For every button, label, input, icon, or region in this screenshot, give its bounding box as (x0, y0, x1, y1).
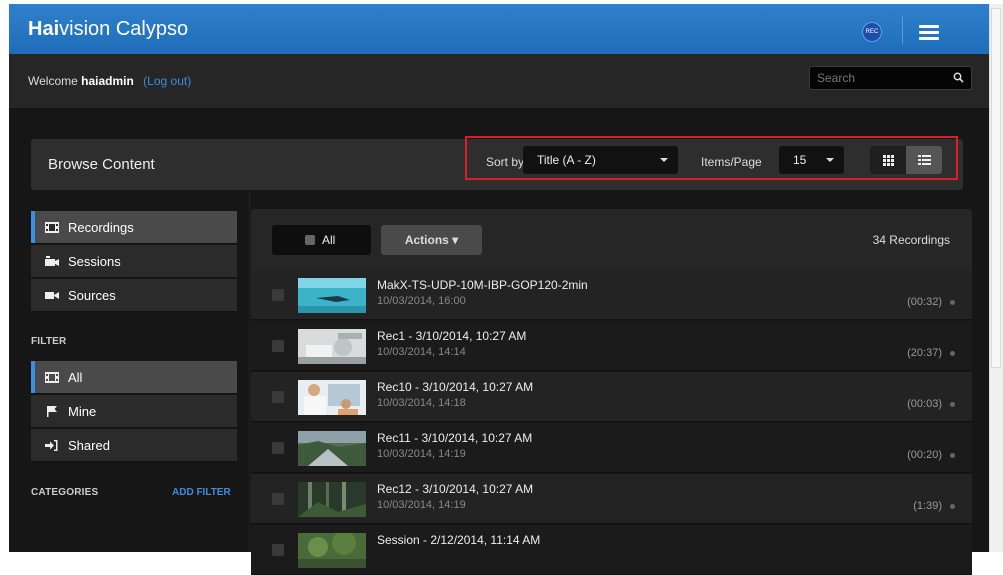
filter-item-label: Shared (68, 438, 110, 453)
thumbnail[interactable] (298, 278, 366, 313)
list-view-button[interactable] (906, 146, 942, 174)
row-title[interactable]: Rec11 - 3/10/2014, 10:27 AM (377, 431, 532, 445)
film-icon (45, 222, 59, 233)
username: haiadmin (81, 74, 134, 88)
row-title[interactable]: MakX-TS-UDP-10M-IBP-GOP120-2min (377, 278, 588, 292)
row-duration: (00:32) (907, 296, 942, 308)
row-checkbox[interactable] (272, 391, 284, 403)
row-title[interactable]: Session - 2/12/2014, 11:14 AM (377, 533, 540, 547)
row-duration: (00:03) (907, 398, 942, 410)
status-dot (950, 300, 955, 305)
content-header: All Actions ▾ 34 Recordings (251, 209, 972, 270)
row-checkbox[interactable] (272, 289, 284, 301)
row-title[interactable]: Rec12 - 3/10/2014, 10:27 AM (377, 482, 533, 496)
share-icon (45, 440, 58, 451)
row-duration: (20:37) (907, 347, 942, 359)
row-title[interactable]: Rec1 - 3/10/2014, 10:27 AM (377, 329, 526, 343)
sidebar-item-sessions[interactable]: Sessions (31, 245, 237, 278)
select-all-checkbox[interactable] (305, 235, 315, 245)
thumbnail[interactable] (298, 533, 366, 568)
status-dot (950, 453, 955, 458)
items-per-page-label: Items/Page (701, 155, 762, 169)
content-panel: All Actions ▾ 34 Recordings MakX-TS-UDP-… (251, 209, 972, 575)
filter-heading: FILTER (31, 336, 67, 347)
page-title: Browse Content (48, 156, 155, 173)
menu-icon[interactable] (919, 25, 939, 41)
status-dot (950, 504, 955, 509)
sidebar-item-recordings[interactable]: Recordings (31, 211, 237, 244)
sort-label: Sort by (486, 155, 525, 169)
grid-view-button[interactable] (870, 146, 906, 174)
row-date: 10/03/2014, 14:19 (377, 499, 466, 511)
filter-item-all[interactable]: All (31, 361, 237, 394)
table-row[interactable]: MakX-TS-UDP-10M-IBP-GOP120-2min 10/03/20… (251, 270, 972, 320)
divider (902, 16, 903, 44)
actions-button[interactable]: Actions ▾ (381, 225, 482, 255)
filter-item-mine[interactable]: Mine (31, 395, 237, 428)
app-logo[interactable]: Haivision Calypso (28, 18, 188, 41)
table-row[interactable]: Rec10 - 3/10/2014, 10:27 AM 10/03/2014, … (251, 372, 972, 422)
sidebar-item-label: Recordings (68, 220, 134, 235)
filter-item-label: All (68, 370, 83, 385)
welcome-text: Welcome haiadmin (Log out) (28, 74, 192, 88)
filter-item-shared[interactable]: Shared (31, 429, 237, 462)
thumbnail[interactable] (298, 431, 366, 466)
filter-item-label: Mine (68, 404, 97, 419)
sidebar-item-label: Sources (68, 288, 116, 303)
scrollbar-thumb[interactable] (991, 8, 1001, 368)
thumbnail[interactable] (298, 329, 366, 364)
status-dot (950, 351, 955, 356)
row-date: 10/03/2014, 14:14 (377, 346, 466, 358)
camera-icon (45, 256, 59, 266)
status-dot (950, 402, 955, 407)
video-camera-icon (45, 292, 59, 299)
table-row[interactable]: Session - 2/12/2014, 11:14 AM (251, 525, 972, 575)
row-title[interactable]: Rec10 - 3/10/2014, 10:27 AM (377, 380, 533, 394)
view-toggle (870, 146, 942, 174)
row-duration: (1:39) (913, 500, 942, 512)
sidebar-item-label: Sessions (68, 254, 121, 269)
row-date: 10/03/2014, 16:00 (377, 295, 466, 307)
grid-icon (883, 155, 894, 166)
table-row[interactable]: Rec1 - 3/10/2014, 10:27 AM 10/03/2014, 1… (251, 321, 972, 371)
film-icon (45, 372, 59, 383)
flag-icon (47, 406, 57, 417)
list-icon (918, 155, 931, 165)
top-bar: Haivision Calypso REC (9, 4, 989, 54)
chevron-down-icon (660, 158, 668, 162)
search-icon[interactable] (953, 72, 964, 83)
row-checkbox[interactable] (272, 442, 284, 454)
sidebar-item-sources[interactable]: Sources (31, 279, 237, 312)
thumbnail[interactable] (298, 482, 366, 517)
row-duration: (00:20) (907, 449, 942, 461)
recordings-count: 34 Recordings (872, 233, 950, 247)
table-row[interactable]: Rec12 - 3/10/2014, 10:27 AM 10/03/2014, … (251, 474, 972, 524)
row-checkbox[interactable] (272, 544, 284, 556)
row-date: 10/03/2014, 14:19 (377, 448, 466, 460)
row-date: 10/03/2014, 14:18 (377, 397, 466, 409)
add-filter-link[interactable]: ADD FILTER (172, 487, 231, 498)
table-row[interactable]: Rec11 - 3/10/2014, 10:27 AM 10/03/2014, … (251, 423, 972, 473)
sidebar: Recordings Sessions Sources FILTER All M… (31, 190, 250, 552)
categories-heading: CATEGORIES (31, 487, 99, 498)
record-button[interactable]: REC (862, 22, 882, 42)
search-box[interactable] (809, 66, 972, 90)
search-input[interactable] (810, 67, 940, 89)
row-checkbox[interactable] (272, 493, 284, 505)
select-all-button[interactable]: All (272, 225, 371, 255)
thumbnail[interactable] (298, 380, 366, 415)
sort-select[interactable]: Title (A - Z) (523, 146, 678, 174)
row-checkbox[interactable] (272, 340, 284, 352)
items-per-page-select[interactable]: 15 (779, 146, 844, 174)
chevron-down-icon (826, 158, 834, 162)
welcome-bar: Welcome haiadmin (Log out) (9, 54, 989, 109)
logout-link[interactable]: (Log out) (143, 74, 191, 88)
